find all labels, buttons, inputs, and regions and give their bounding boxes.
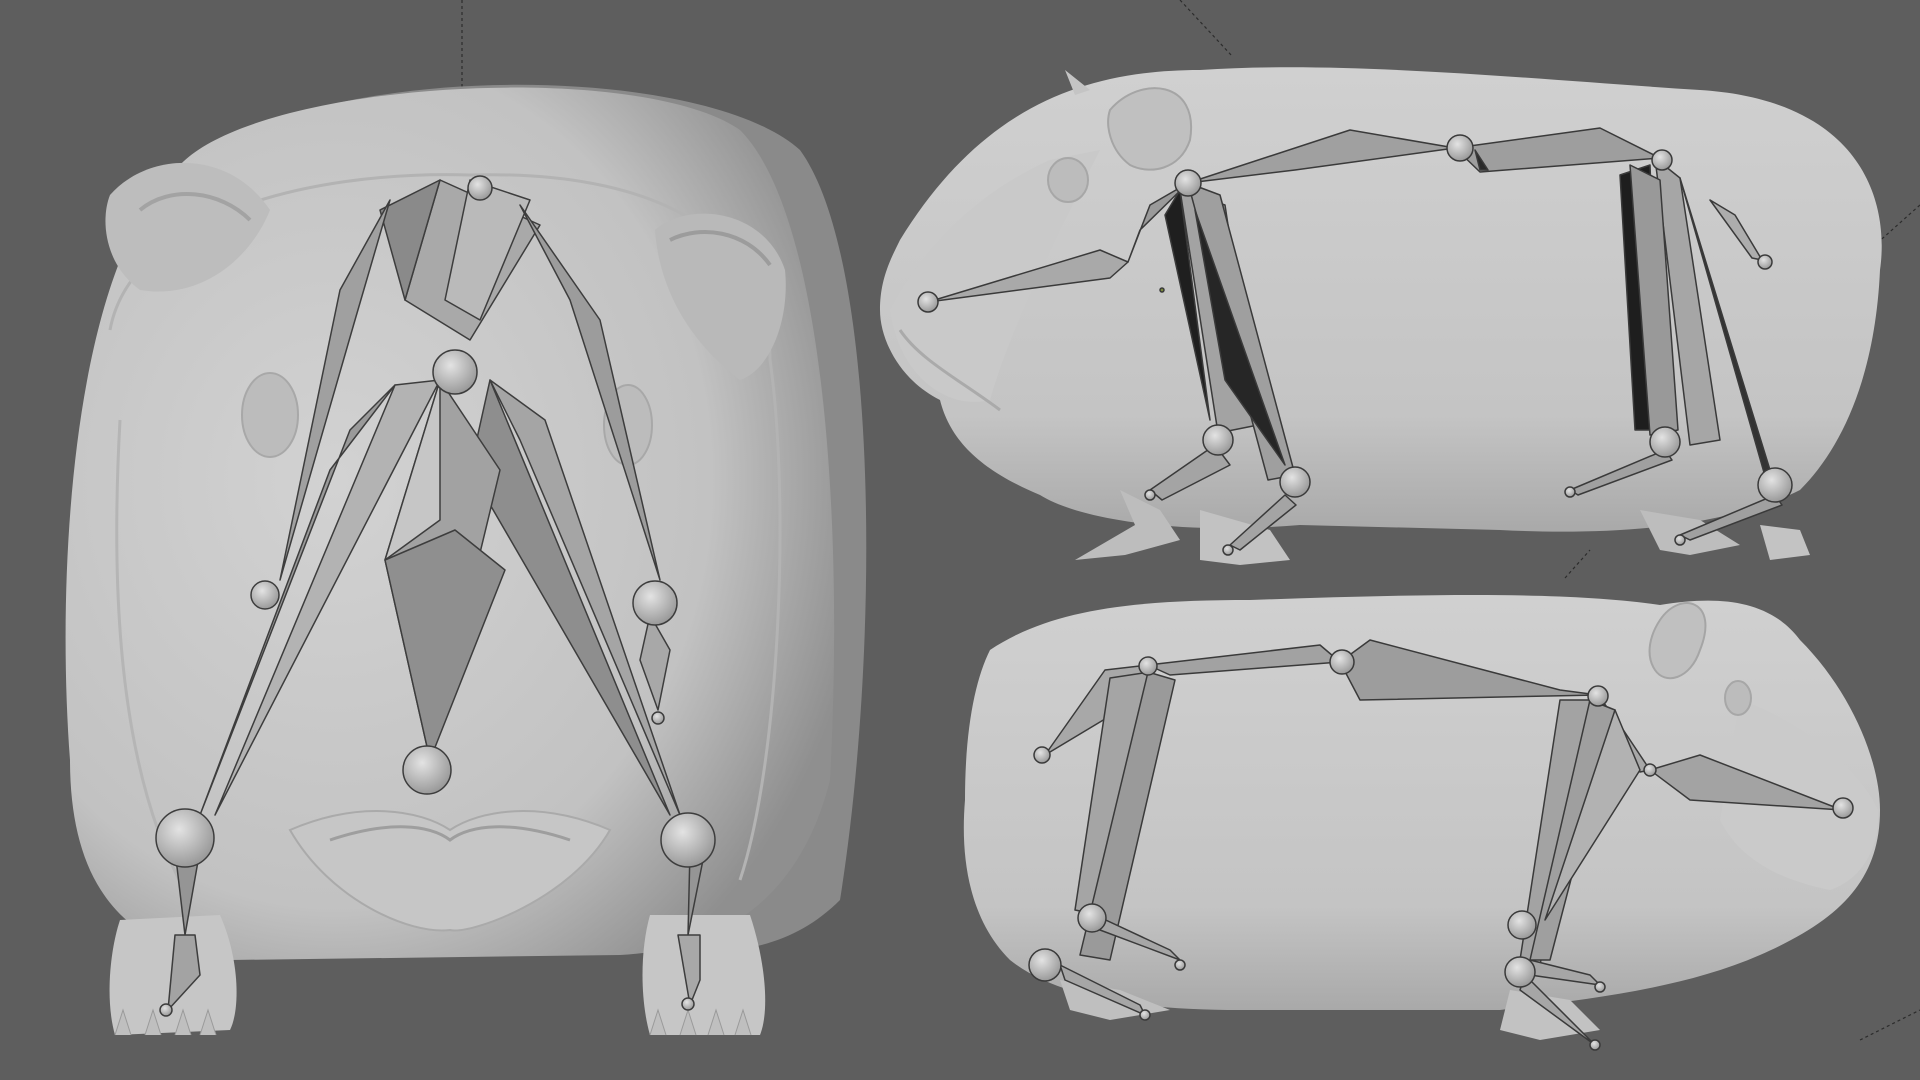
joint-rear-ankle[interactable] (1757, 467, 1793, 503)
joint-right-tail-tip[interactable] (651, 711, 665, 725)
side-left-ear-mesh (1107, 87, 1193, 171)
joint-front-wrist[interactable] (1279, 466, 1311, 498)
side-right-eye-mesh (1724, 680, 1752, 716)
joint-tail-tip-right[interactable] (1033, 746, 1051, 764)
joint-mid-spine-side[interactable] (1446, 134, 1474, 162)
joint-neck-right-side[interactable] (1643, 763, 1657, 777)
guinea-pig-front-view[interactable] (65, 84, 867, 1036)
joint-tail-tip-side[interactable] (1757, 254, 1773, 270)
joint-neck[interactable] (432, 349, 478, 395)
joint-neck-side[interactable] (1174, 169, 1202, 197)
joint-nose-side[interactable] (917, 291, 939, 313)
front-right-foot-mesh (642, 915, 766, 1035)
joint-front-wrist-right[interactable] (1504, 956, 1536, 988)
joint-hip-side[interactable] (1651, 149, 1673, 171)
joint-front-elbow-right[interactable] (1507, 910, 1537, 940)
joint-nose-right[interactable] (1832, 797, 1854, 819)
joint-left-toe[interactable] (159, 1003, 173, 1017)
joint-head-front[interactable] (402, 745, 452, 795)
joint-rear-knee[interactable] (1649, 426, 1681, 458)
joint-hip-right[interactable] (1138, 656, 1158, 676)
joint-spine-top[interactable] (467, 175, 493, 201)
left-eye-mesh (241, 372, 299, 458)
blender-3d-viewport[interactable] (0, 0, 1920, 1080)
joint-shoulder-right-side[interactable] (1587, 685, 1609, 707)
side-left-eye-mesh (1047, 157, 1089, 203)
joint-left-knee[interactable] (155, 808, 215, 868)
joint-right-toe[interactable] (681, 997, 695, 1011)
viewport-canvas[interactable] (0, 0, 1920, 1080)
joint-rear-knee-right[interactable] (1077, 903, 1107, 933)
joint-mid-spine-right[interactable] (1329, 649, 1355, 675)
joint-rear-ankle-right[interactable] (1028, 948, 1062, 982)
joint-shoulder-left[interactable] (250, 580, 280, 610)
guinea-pig-side-view-right[interactable] (963, 595, 1880, 1051)
joint-shoulder-right[interactable] (632, 580, 678, 626)
joint-right-knee[interactable] (660, 812, 716, 868)
guinea-pig-side-view-left[interactable] (880, 67, 1882, 565)
joint-front-elbow[interactable] (1202, 424, 1234, 456)
